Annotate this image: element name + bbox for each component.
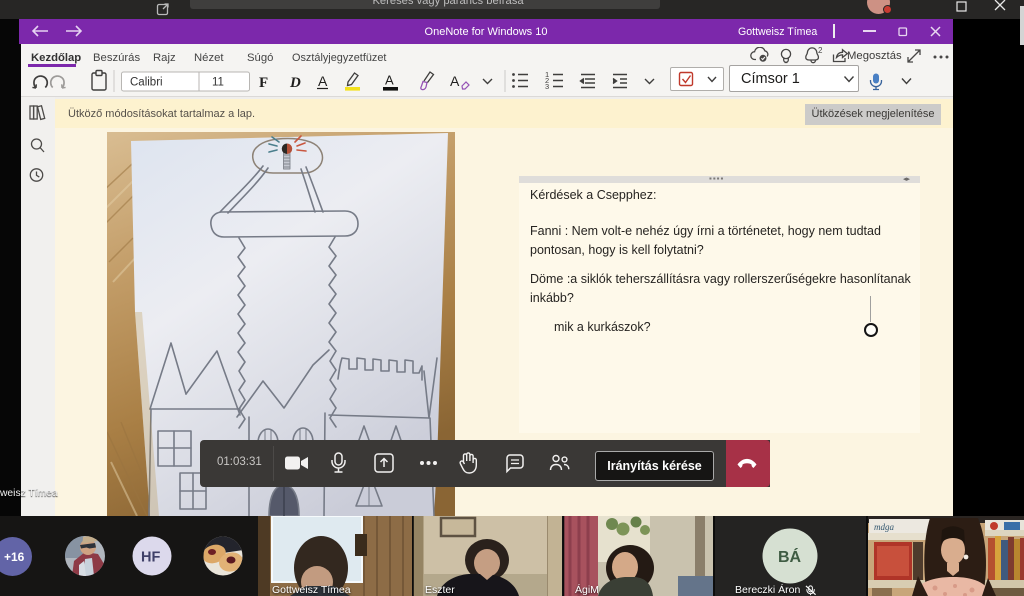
svg-text:2: 2 — [818, 47, 823, 55]
svg-text:BÁ: BÁ — [778, 547, 802, 566]
svg-text:3: 3 — [545, 82, 549, 91]
svg-text:+16: +16 — [4, 550, 25, 564]
svg-text:A: A — [385, 73, 394, 88]
svg-text:11: 11 — [212, 77, 224, 89]
svg-text:A: A — [450, 73, 460, 89]
svg-text:F: F — [259, 75, 268, 91]
svg-text:A: A — [318, 73, 328, 89]
svg-text:Calibri: Calibri — [130, 77, 163, 89]
svg-text:mdga: mdga — [874, 522, 894, 532]
svg-text:D: D — [289, 75, 301, 91]
svg-text:HF: HF — [141, 550, 160, 566]
